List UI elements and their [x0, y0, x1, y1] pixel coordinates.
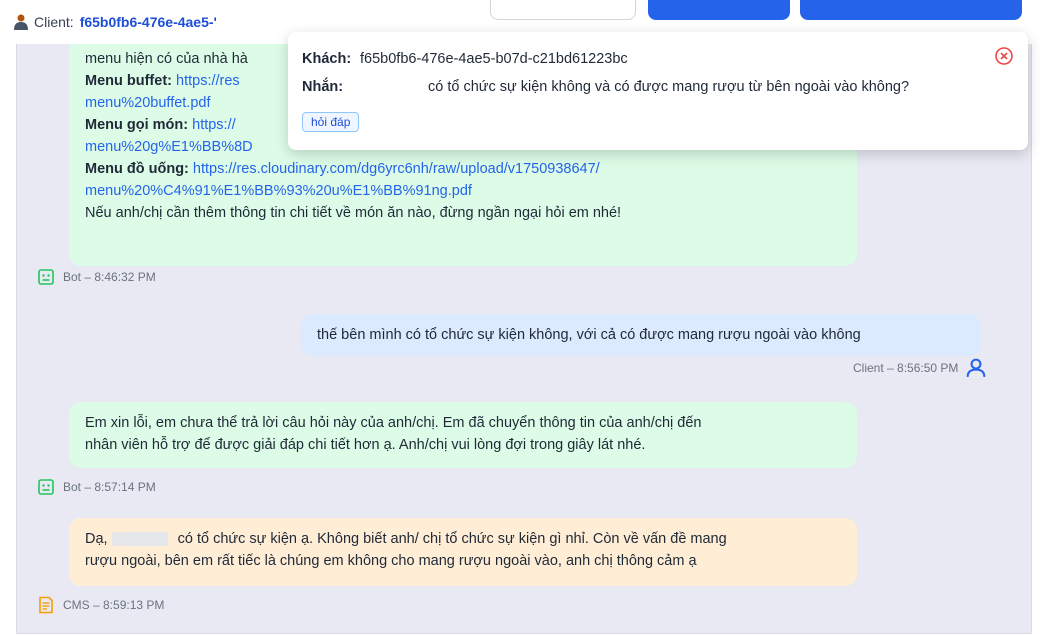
client-prefix: Client: — [34, 14, 74, 30]
cms-prefix: Dạ, — [85, 531, 108, 547]
client-id[interactable]: f65b0fb6-476e-4ae5-' — [80, 14, 217, 30]
bot-footer-line: Nếu anh/chị cần thêm thông tin chi tiết … — [85, 205, 622, 221]
client-meta-1: Client – 8:56:50 PM — [853, 358, 986, 378]
user-icon — [967, 358, 986, 377]
client-header: Client: f65b0fb6-476e-4ae5-' — [14, 14, 217, 30]
document-icon — [39, 596, 53, 614]
popup-tag[interactable]: hỏi đáp — [302, 112, 360, 132]
popup-guest-row: Khách: f65b0fb6-476e-4ae5-b07d-c21bd6122… — [302, 48, 1014, 70]
popup-message-label: Nhắn: — [302, 79, 344, 95]
client-message-1: thế bên mình có tổ chức sự kiện không, v… — [301, 314, 981, 356]
menu-goimon-label: Menu gọi món: — [85, 117, 189, 133]
popup-guest-value: f65b0fb6-476e-4ae5-b07d-c21bd61223bc — [360, 51, 628, 67]
toolbar-button-3[interactable] — [800, 0, 1022, 20]
bot-meta-2: Bot – 8:57:14 PM — [37, 478, 156, 496]
popup-guest-label: Khách: — [302, 51, 352, 67]
cms-line1: có tổ chức sự kiện ạ. Không biết anh/ ch… — [177, 531, 727, 547]
redacted-name — [366, 76, 422, 90]
bot-message-2: Em xin lỗi, em chưa thể trả lời câu hỏi … — [69, 402, 857, 468]
menu-goimon-link[interactable]: https:// — [192, 117, 236, 133]
client-meta-text: Client – 8:56:50 PM — [853, 361, 959, 375]
cms-message-1: Dạ, có tổ chức sự kiện ạ. Không biết anh… — [69, 518, 857, 586]
menu-buffet-label: Menu buffet: — [85, 73, 172, 89]
bot-meta-text: Bot – 8:57:14 PM — [63, 480, 156, 494]
close-icon[interactable] — [994, 46, 1014, 66]
notification-popup[interactable]: Khách: f65b0fb6-476e-4ae5-b07d-c21bd6122… — [288, 32, 1028, 150]
menu-douong-label: Menu đồ uống: — [85, 161, 189, 177]
bot-meta-1: Bot – 8:46:32 PM — [37, 268, 156, 286]
bot2-line1: Em xin lỗi, em chưa thể trả lời câu hỏi … — [85, 415, 702, 431]
robot-icon — [38, 269, 54, 285]
redacted-name — [111, 532, 168, 547]
menu-buffet-link[interactable]: https://res — [176, 73, 240, 89]
bot2-line2: nhân viên hỗ trợ để được giải đáp chi ti… — [85, 437, 646, 453]
cms-meta-1: CMS – 8:59:13 PM — [37, 596, 164, 614]
popup-message-row: Nhắn: có tổ chức sự kiện không và có đượ… — [302, 76, 1014, 98]
cms-meta-text: CMS – 8:59:13 PM — [63, 598, 165, 612]
cms-line2: rượu ngoài, bên em rất tiếc là chúng em … — [85, 553, 697, 569]
menu-douong-link[interactable]: https://res.cloudinary.com/dg6yrc6nh/raw… — [193, 161, 600, 177]
popup-message-value: có tổ chức sự kiện không và có được mang… — [428, 79, 910, 95]
person-icon — [14, 14, 28, 30]
bot-meta-text: Bot – 8:46:32 PM — [63, 270, 156, 284]
client-message-text: thế bên mình có tổ chức sự kiện không, v… — [317, 327, 861, 343]
toolbar-button-2[interactable] — [648, 0, 790, 20]
robot-icon — [38, 479, 54, 495]
menu-douong-link-cont[interactable]: menu%20%C4%91%E1%BB%93%20u%E1%BB%91ng.pd… — [85, 180, 841, 202]
toolbar-button-1[interactable] — [490, 0, 636, 20]
